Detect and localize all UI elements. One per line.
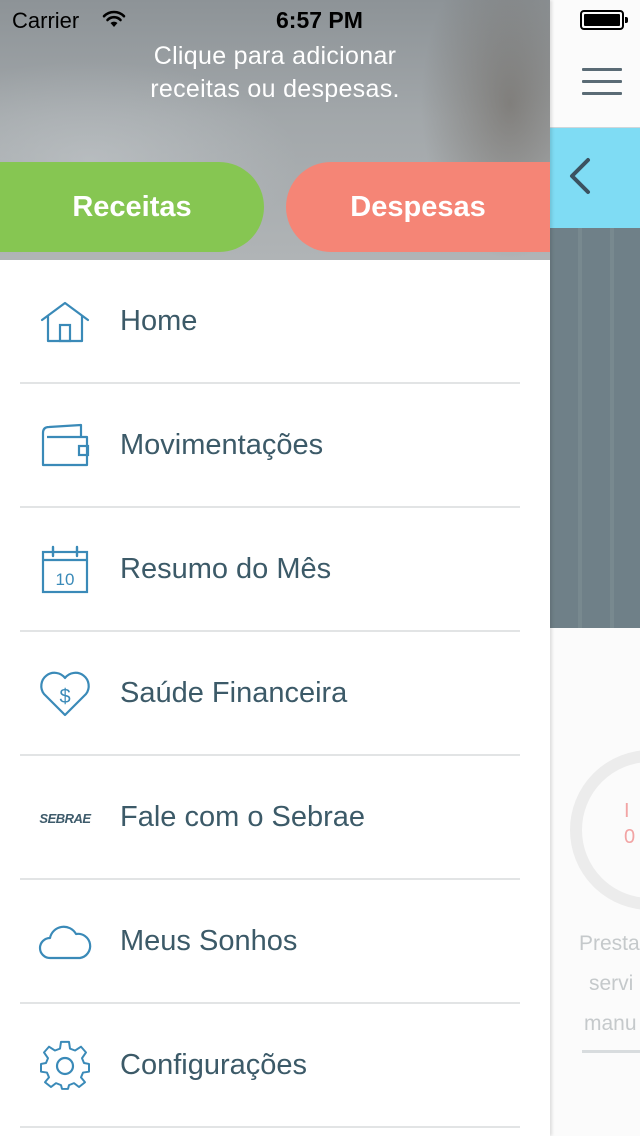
background-photo [550,228,640,628]
menu-item-saude-financeira[interactable]: $ Saúde Financeira [0,632,550,756]
carrier-label: Carrier [12,8,80,33]
hint-line-2: receitas ou despesas. [150,75,400,103]
sebrae-logo-text: SEBRAE [39,810,91,826]
divider [20,1126,520,1128]
menu-item-configuracoes[interactable]: Configurações [0,1004,550,1128]
menu-item-label: Meus Sonhos [120,925,298,957]
side-drawer: Carrier 6:57 PM Clique para adicionar re… [0,0,550,1136]
svg-text:$: $ [59,686,70,708]
menu-item-label: Resumo do Mês [120,553,332,585]
menu-item-label: Configurações [120,1049,307,1081]
header-hint-text: Clique para adicionar receitas ou despes… [100,40,450,106]
calendar-icon: 10 [38,545,92,595]
background-screen: I 0 Presta servi manu [550,0,640,1136]
gear-icon [38,1040,92,1091]
status-bar: Carrier 6:57 PM [0,0,550,40]
battery-icon [580,10,628,30]
hamburger-menu-icon[interactable] [582,68,622,98]
receitas-button[interactable]: Receitas [0,162,264,252]
category-label-line2: servi [589,972,634,995]
menu-item-home[interactable]: Home [0,260,550,384]
hint-line-1: Clique para adicionar [153,42,397,70]
menu-item-label: Home [120,305,198,337]
menu-item-resumo-do-mes[interactable]: 10 Resumo do Mês [0,508,550,632]
gauge-text-line1: I [624,800,630,822]
heart-dollar-icon: $ [38,669,92,719]
header-banner [550,128,640,228]
gauge-text-line2: 0 [624,826,636,848]
status-time: 6:57 PM [276,7,363,33]
category-label-line1: Presta [579,932,640,955]
gauge-text: I 0 [624,798,635,850]
drawer-menu: Home Movimentações 10 Resumo do Mês $ Sa… [0,260,550,1128]
despesas-button[interactable]: Despesas [286,162,550,252]
wifi-icon [102,10,126,27]
category-label-line3: manu [584,1012,637,1035]
menu-item-fale-com-o-sebrae[interactable]: SEBRAE Fale com o Sebrae [0,756,550,880]
drawer-header: Carrier 6:57 PM Clique para adicionar re… [0,0,550,260]
home-icon [38,297,92,347]
category-underline [582,1050,640,1053]
menu-item-meus-sonhos[interactable]: Meus Sonhos [0,880,550,1004]
menu-item-label: Movimentações [120,429,324,461]
menu-item-label: Fale com o Sebrae [120,801,366,833]
calendar-day-text: 10 [56,570,75,589]
chevron-left-icon[interactable] [568,156,592,196]
sebrae-logo-icon: SEBRAE [38,793,92,843]
wallet-icon [38,421,92,471]
cloud-icon [38,917,92,967]
menu-item-label: Saúde Financeira [120,677,348,709]
menu-item-movimentacoes[interactable]: Movimentações [0,384,550,508]
